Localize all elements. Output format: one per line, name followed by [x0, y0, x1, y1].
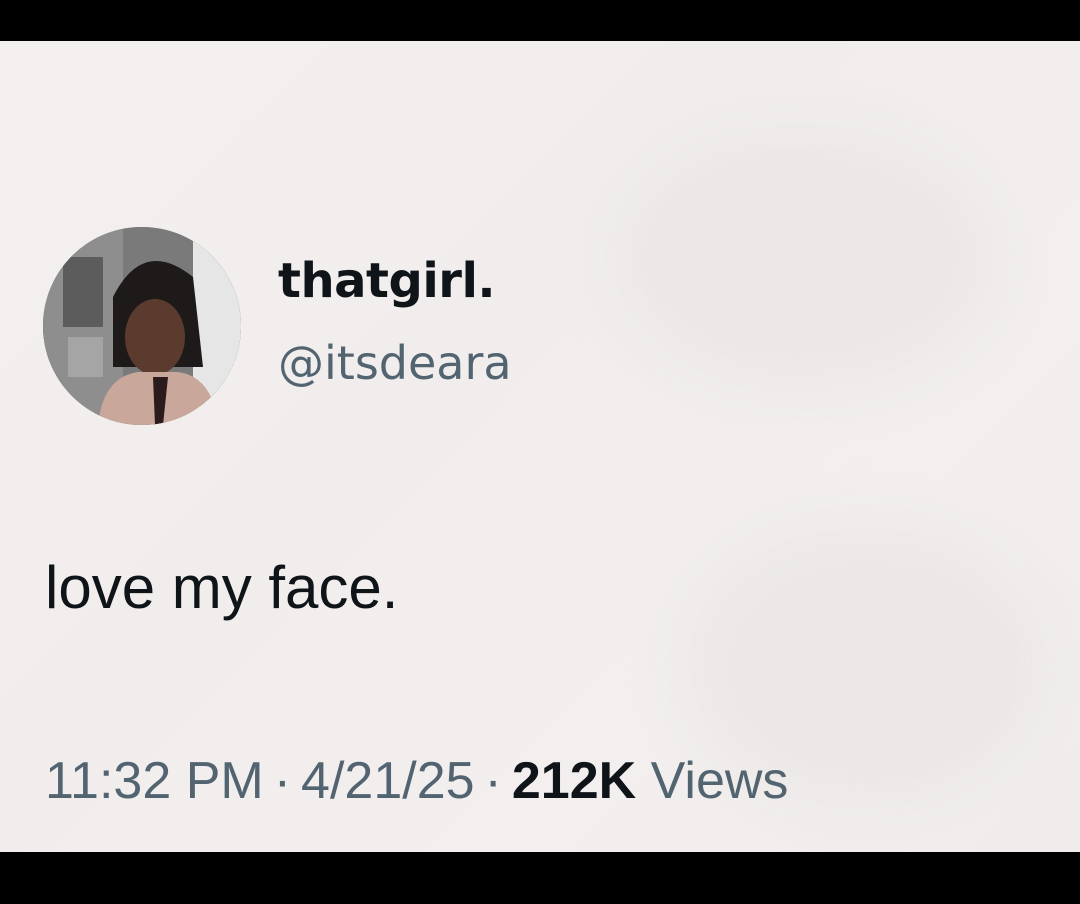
tweet-text: love my face.	[45, 554, 399, 621]
tweet-card: thatgirl. @itsdeara love my face. 11:32 …	[0, 41, 1080, 852]
tweet-meta: 11:32 PM · 4/21/25 · 212K Views	[45, 751, 788, 811]
tweet-date[interactable]: 4/21/25	[301, 752, 475, 810]
avatar[interactable]	[43, 227, 241, 425]
separator-dot: ·	[273, 752, 292, 810]
tweet-time[interactable]: 11:32 PM	[45, 752, 264, 810]
views-label: Views	[650, 752, 789, 810]
profile-photo-icon	[43, 227, 241, 425]
separator-dot: ·	[484, 752, 502, 810]
background-blur	[620, 131, 1000, 391]
views-count[interactable]: 212K	[512, 752, 636, 810]
display-name[interactable]: thatgirl.	[278, 253, 496, 309]
video-frame: thatgirl. @itsdeara love my face. 11:32 …	[0, 0, 1080, 904]
user-handle[interactable]: @itsdeara	[278, 336, 512, 390]
